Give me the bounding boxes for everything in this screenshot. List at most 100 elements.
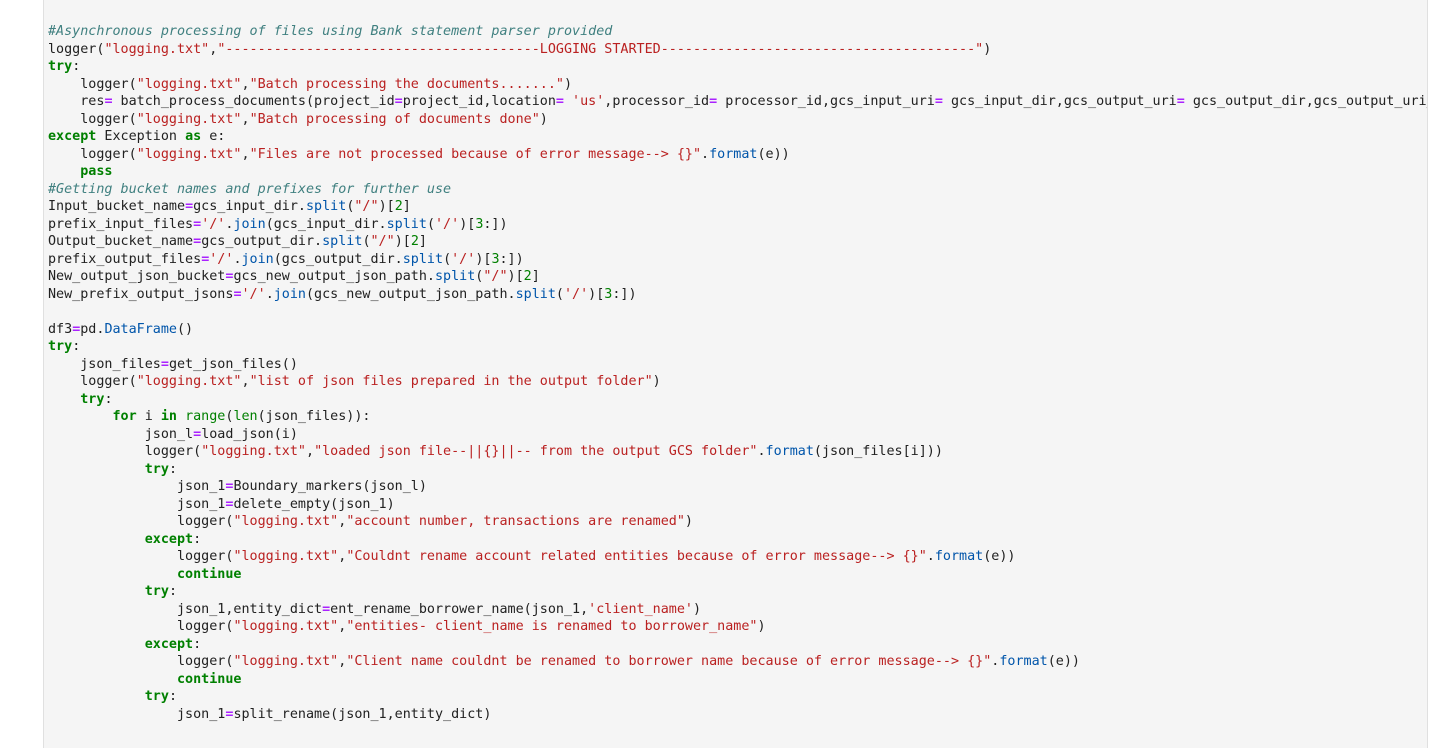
code-line: logger("logging.txt","Couldnt rename acc…	[48, 548, 1427, 566]
code-token: logger(	[48, 654, 234, 669]
code-token: join	[273, 286, 306, 302]
code-token: "Files are not processed because of erro…	[249, 146, 702, 162]
code-token: batch_process_documents(project_id	[112, 94, 395, 109]
code-token: Boundary_markers(json_l)	[233, 479, 427, 494]
code-token: ()	[177, 321, 194, 337]
code-token: prefix_output_files	[48, 251, 202, 267]
code-token: as	[185, 129, 202, 144]
code-token: res	[48, 94, 105, 109]
code-token: New_output_json_bucket	[48, 269, 226, 284]
code-token: "logging.txt"	[104, 41, 210, 57]
code-line: except:	[48, 531, 1427, 549]
code-token: :	[193, 531, 202, 547]
code-token: .	[265, 286, 274, 302]
code-token: join	[233, 216, 266, 232]
code-token: ,processor_id	[604, 94, 710, 109]
code-token: .	[757, 444, 766, 459]
code-token: =	[934, 94, 943, 109]
code-token: format	[709, 146, 758, 162]
code-token: :	[168, 584, 177, 599]
code-line: logger("logging.txt","------------------…	[48, 41, 1427, 59]
code-token: 3	[491, 251, 500, 267]
code-token: join	[241, 251, 274, 267]
code-line: for i in range(len(json_files)):	[48, 408, 1427, 426]
code-token: logger(	[48, 444, 202, 459]
code-token: "Couldnt rename account related entities…	[346, 549, 927, 564]
code-token: try	[144, 461, 169, 477]
code-token: processor_id,gcs_input_uri	[717, 94, 935, 109]
code-token: e:	[201, 129, 226, 144]
code-token: =	[322, 601, 331, 617]
code-token: "logging.txt"	[233, 549, 339, 564]
code-token: .	[926, 549, 935, 564]
code-line: logger("logging.txt","account number, tr…	[48, 513, 1427, 531]
code-token: #Getting bucket names and prefixes for f…	[48, 181, 452, 197]
code-editor[interactable]: return d.​#Asynchronous processing of fi…	[48, 0, 1428, 723]
code-token: logger(	[48, 111, 137, 127]
code-token: project_id,location	[402, 94, 556, 109]
code-token: split	[434, 269, 476, 284]
code-line: json_1=delete_empty(json_1)	[48, 496, 1427, 514]
code-token: 'us'	[572, 94, 605, 109]
code-token: (gcs_new_output_json_path.	[306, 286, 516, 302]
code-line: New_prefix_output_jsons='/'.join(gcs_new…	[48, 286, 1427, 304]
code-token: :	[104, 391, 113, 407]
code-token: "logging.txt"	[233, 654, 339, 669]
code-token: (e))	[757, 146, 790, 162]
code-cell[interactable]: return d.​#Asynchronous processing of fi…	[43, 0, 1428, 748]
code-token: )	[692, 601, 702, 617]
code-token: =	[185, 199, 194, 214]
code-token: gcs_output_dir,gcs_output_uri_	[1184, 94, 1428, 109]
code-token: range	[185, 409, 226, 424]
code-line: res= batch_process_documents(project_id=…	[48, 93, 1428, 111]
code-token: (	[426, 216, 435, 232]
code-token: try	[48, 59, 73, 74]
code-token: ,	[241, 111, 250, 127]
code-token: gcs_output_dir.	[201, 234, 323, 249]
code-token: split	[515, 286, 556, 302]
code-token: )[	[394, 234, 411, 249]
code-line: prefix_input_files='/'.join(gcs_input_di…	[48, 216, 1427, 234]
code-token: DataFrame	[104, 321, 177, 337]
code-line: #Asynchronous processing of files using …	[48, 23, 1427, 41]
code-token: logger(	[48, 619, 234, 634]
code-token: json_1	[48, 706, 226, 722]
code-line: continue	[48, 671, 1427, 689]
code-token: df3	[48, 321, 73, 337]
code-line: json_files=get_json_files()	[48, 356, 1427, 374]
code-token: format	[765, 444, 814, 459]
code-line: json_1=Boundary_markers(json_l)	[48, 478, 1427, 496]
code-token: logger(	[48, 146, 137, 162]
code-token: pd.	[80, 321, 105, 337]
code-token: format	[934, 549, 984, 564]
code-token: format	[999, 654, 1048, 669]
code-line: try:	[48, 338, 1427, 356]
code-line: logger("logging.txt","Client name couldn…	[48, 653, 1427, 671]
code-token: (e))	[1047, 654, 1080, 669]
code-token: "logging.txt"	[233, 619, 339, 634]
code-token: ,	[241, 146, 250, 162]
code-line: continue	[48, 566, 1427, 584]
code-line: try:	[48, 688, 1427, 706]
code-token: =	[193, 216, 202, 232]
code-token: Output_bucket_name	[48, 234, 194, 249]
code-token: '/'	[209, 251, 234, 267]
code-token: "logging.txt"	[201, 444, 306, 459]
code-token: "/"	[370, 234, 395, 249]
code-token: json_1	[48, 496, 226, 512]
code-token: json_files	[48, 356, 161, 372]
code-token: delete_empty(json_1)	[233, 496, 395, 512]
code-token: Input_bucket_name	[48, 199, 186, 214]
code-token: in	[160, 409, 177, 424]
code-token: "/"	[483, 269, 508, 284]
code-token: '/'	[435, 216, 460, 232]
code-line: df3=pd.DataFrame()	[48, 321, 1427, 339]
code-token: ]	[418, 234, 427, 249]
code-token: split	[402, 251, 444, 267]
